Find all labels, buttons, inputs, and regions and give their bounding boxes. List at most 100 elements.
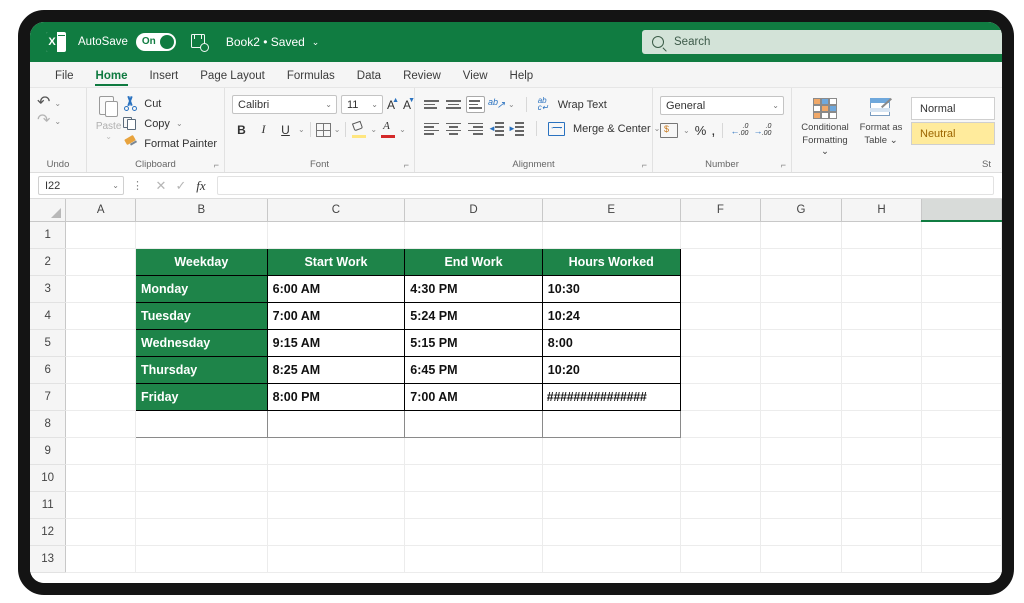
document-title[interactable]: Book2 • Saved: [226, 35, 305, 49]
cell-d7[interactable]: 7:00 AM: [404, 382, 543, 411]
column-header-f[interactable]: F: [680, 199, 762, 222]
column-header-c[interactable]: C: [267, 199, 406, 222]
cell-a12[interactable]: [65, 518, 136, 546]
cell-c8[interactable]: [266, 409, 406, 438]
cell-e10[interactable]: [542, 464, 681, 492]
cell-c13[interactable]: [267, 545, 406, 573]
cell-i5[interactable]: [921, 329, 1002, 357]
column-header-d[interactable]: D: [404, 199, 543, 222]
cell-c7[interactable]: 8:00 PM: [266, 382, 406, 411]
align-middle-button[interactable]: [444, 96, 463, 113]
cell-e8[interactable]: [541, 409, 681, 438]
borders-icon[interactable]: [315, 122, 331, 137]
save-to-cloud-icon[interactable]: [190, 33, 209, 52]
cell-a6[interactable]: [65, 356, 136, 384]
cell-b13[interactable]: [135, 545, 268, 573]
cell-h8[interactable]: [841, 410, 923, 438]
cell-a7[interactable]: [65, 383, 136, 411]
cell-b7[interactable]: Friday: [135, 382, 268, 411]
cell-a1[interactable]: [65, 221, 136, 249]
cell-d3[interactable]: 4:30 PM: [404, 274, 543, 303]
select-all-corner[interactable]: [30, 199, 67, 222]
cell-f5[interactable]: [680, 329, 762, 357]
accounting-format-icon[interactable]: [660, 123, 678, 138]
cell-f3[interactable]: [680, 275, 762, 303]
cell-f11[interactable]: [680, 491, 762, 519]
cell-g12[interactable]: [760, 518, 842, 546]
cell-e7[interactable]: ###############: [541, 382, 681, 411]
formula-bar-more-icon[interactable]: ⋮: [132, 179, 143, 192]
column-header-e[interactable]: E: [542, 199, 681, 222]
tab-file[interactable]: File: [44, 68, 85, 87]
format-painter-button[interactable]: Format Painter: [123, 134, 217, 152]
wrap-text-label[interactable]: Wrap Text: [558, 99, 607, 111]
font-color-chevron-down-icon[interactable]: ⌄: [399, 125, 406, 134]
tab-review[interactable]: Review: [392, 68, 452, 87]
cell-e11[interactable]: [542, 491, 681, 519]
cell-e3[interactable]: 10:30: [541, 274, 681, 303]
cell-i6[interactable]: [921, 356, 1002, 384]
cell-i12[interactable]: [921, 518, 1002, 546]
cell-b1[interactable]: [135, 221, 268, 249]
cell-g7[interactable]: [760, 383, 842, 411]
cell-b2[interactable]: Weekday: [135, 247, 268, 276]
align-center-button[interactable]: [444, 120, 463, 137]
cell-d8[interactable]: [404, 409, 543, 438]
row-header-1[interactable]: 1: [30, 221, 67, 249]
column-header-a[interactable]: A: [65, 199, 136, 222]
orientation-chevron-down-icon[interactable]: ⌄: [508, 100, 515, 109]
cell-e9[interactable]: [542, 437, 681, 465]
cell-e4[interactable]: 10:24: [541, 301, 681, 330]
tab-page-layout[interactable]: Page Layout: [189, 68, 276, 87]
cell-a9[interactable]: [65, 437, 136, 465]
number-format-select[interactable]: General ⌄: [660, 96, 784, 115]
cell-g13[interactable]: [760, 545, 842, 573]
cell-d4[interactable]: 5:24 PM: [404, 301, 543, 330]
tab-insert[interactable]: Insert: [138, 68, 189, 87]
italic-button[interactable]: I: [254, 120, 273, 139]
cell-i3[interactable]: [921, 275, 1002, 303]
row-header-6[interactable]: 6: [30, 356, 67, 384]
fill-color-chevron-down-icon[interactable]: ⌄: [370, 125, 377, 134]
font-color-icon[interactable]: A: [380, 120, 396, 138]
undo-icon[interactable]: ↶: [37, 95, 50, 111]
cell-style-neutral[interactable]: Neutral: [911, 122, 995, 145]
cell-e6[interactable]: 10:20: [541, 355, 681, 384]
cell-c3[interactable]: 6:00 AM: [266, 274, 406, 303]
redo-icon[interactable]: ↷: [37, 113, 50, 129]
underline-button[interactable]: U: [276, 120, 295, 139]
cell-c4[interactable]: 7:00 AM: [266, 301, 406, 330]
cell-d13[interactable]: [404, 545, 543, 573]
percent-style-button[interactable]: %: [695, 123, 707, 138]
cell-a5[interactable]: [65, 329, 136, 357]
cell-h7[interactable]: [841, 383, 923, 411]
align-right-button[interactable]: [466, 120, 485, 137]
cell-d5[interactable]: 5:15 PM: [404, 328, 543, 357]
cell-i9[interactable]: [921, 437, 1002, 465]
copy-button[interactable]: Copy ⌄: [123, 115, 217, 132]
font-dialog-launcher[interactable]: ⌐: [404, 160, 409, 170]
tab-home[interactable]: Home: [85, 68, 139, 87]
tab-help[interactable]: Help: [499, 68, 545, 87]
cell-i1[interactable]: [921, 221, 1002, 249]
align-bottom-button[interactable]: [466, 96, 485, 113]
decrease-indent-icon[interactable]: ◄: [488, 121, 505, 136]
paste-button[interactable]: Paste ⌄: [94, 92, 123, 141]
cell-g3[interactable]: [760, 275, 842, 303]
increase-font-size-icon[interactable]: A ▲: [387, 97, 399, 112]
row-header-12[interactable]: 12: [30, 518, 67, 546]
copy-chevron-down-icon[interactable]: ⌄: [176, 119, 183, 128]
cell-b12[interactable]: [135, 518, 268, 546]
cell-b11[interactable]: [135, 491, 268, 519]
column-header-i[interactable]: [921, 199, 1002, 222]
cell-i8[interactable]: [921, 410, 1002, 438]
cell-f7[interactable]: [680, 383, 762, 411]
cell-f2[interactable]: [680, 248, 762, 276]
cell-d6[interactable]: 6:45 PM: [404, 355, 543, 384]
cell-e12[interactable]: [542, 518, 681, 546]
row-header-4[interactable]: 4: [30, 302, 67, 330]
accounting-chevron-down-icon[interactable]: ⌄: [683, 126, 690, 135]
cell-f12[interactable]: [680, 518, 762, 546]
paste-chevron-down-icon[interactable]: ⌄: [105, 132, 112, 141]
cell-g10[interactable]: [760, 464, 842, 492]
